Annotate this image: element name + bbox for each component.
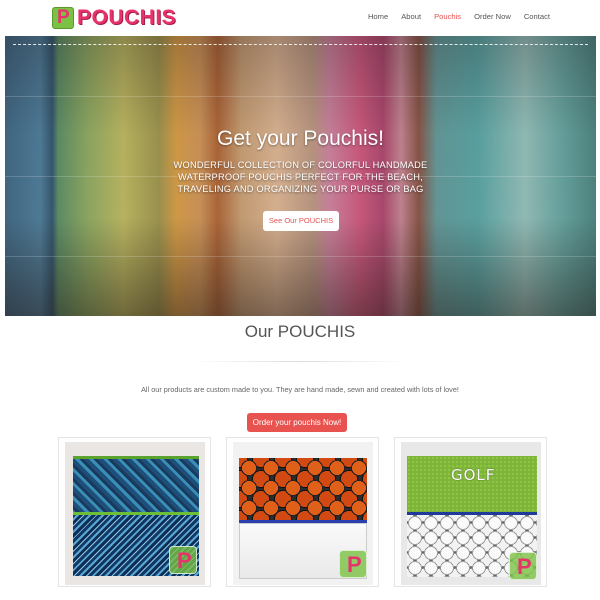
main-nav: Home About Pouchis Order Now Contact xyxy=(355,12,550,21)
hero-banner: Get your Pouchis! WONDERFUL COLLECTION O… xyxy=(5,36,596,316)
nav-about[interactable]: About xyxy=(401,12,421,21)
see-pouchis-button[interactable]: See Our POUCHIS xyxy=(263,211,339,231)
site-header: P POUCHIS Home About Pouchis Order Now C… xyxy=(0,0,600,34)
section-intro: All our products are custom made to you.… xyxy=(141,385,459,394)
golf-pouch-image: GOLF P xyxy=(401,442,541,585)
logo-text: POUCHIS xyxy=(77,6,177,29)
decor-line xyxy=(5,256,596,257)
logo-p-icon: P xyxy=(52,7,74,29)
pouchis-watermark-icon: P xyxy=(509,552,537,580)
product-card-3[interactable]: GOLF P xyxy=(394,437,547,587)
pouchis-watermark-icon: P xyxy=(339,550,367,578)
nav-home[interactable]: Home xyxy=(368,12,388,21)
nav-contact[interactable]: Contact xyxy=(524,12,550,21)
hero-title: Get your Pouchis! xyxy=(217,127,384,150)
pouchis-watermark-icon: P xyxy=(169,546,197,574)
basketball-pouch-image: P xyxy=(233,442,373,585)
blue-pattern-pouch-image: P xyxy=(65,442,205,585)
decor-line xyxy=(5,96,596,97)
section-title: Our POUCHIS xyxy=(244,322,356,341)
nav-order-now[interactable]: Order Now xyxy=(474,12,511,21)
golf-embroidery: GOLF xyxy=(451,466,496,484)
section-divider xyxy=(190,361,410,362)
order-pouchis-button[interactable]: Order your pouchis Now! xyxy=(247,413,347,432)
nav-pouchis[interactable]: Pouchis xyxy=(434,12,461,21)
hero-subtitle: WONDERFUL COLLECTION OF COLORFUL HANDMAD… xyxy=(173,160,428,194)
product-card-2[interactable]: P xyxy=(226,437,379,587)
stitch-line xyxy=(13,44,588,45)
product-card-1[interactable]: P xyxy=(58,437,211,587)
site-logo[interactable]: P POUCHIS xyxy=(52,6,176,30)
